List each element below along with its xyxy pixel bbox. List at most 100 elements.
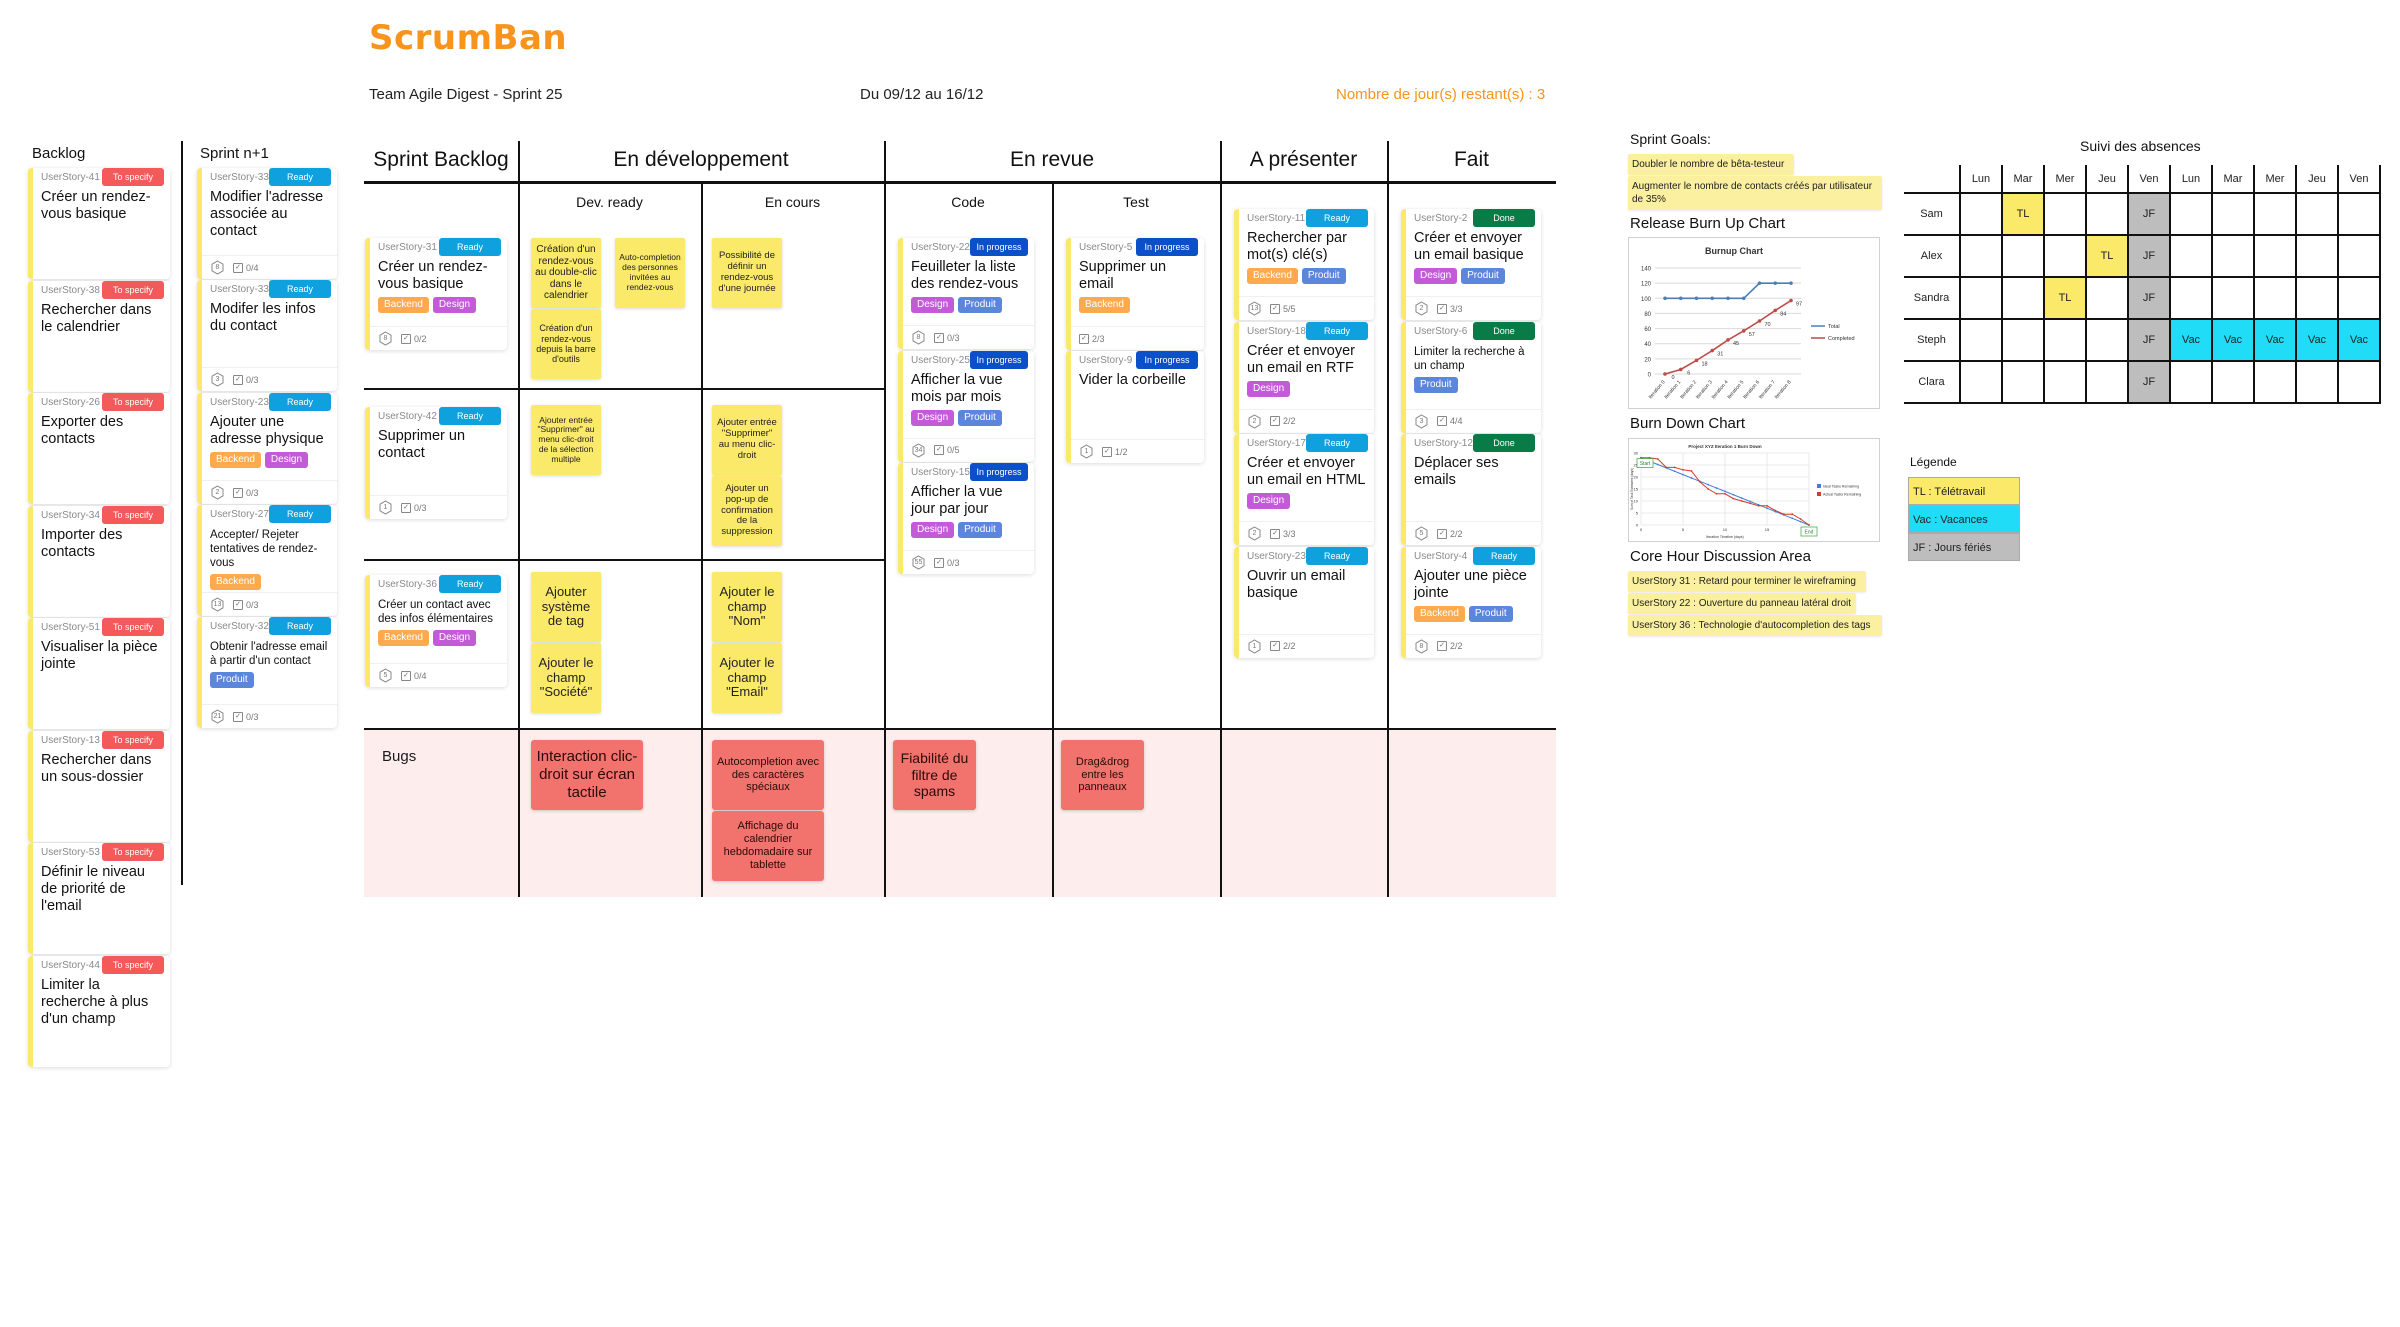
story-card[interactable]: UserStory-15 In progress Afficher la vue j…	[898, 463, 1034, 574]
status-badge[interactable]: Ready	[1306, 321, 1368, 340]
absence-cell[interactable]: JF	[2127, 234, 2171, 278]
status-badge[interactable]: In progress	[1136, 351, 1198, 369]
task-sticky[interactable]: Ajouter un pop-up de confirmation de la …	[712, 476, 782, 546]
status-badge[interactable]: To specify	[102, 843, 164, 861]
tag-backend[interactable]: Backend	[210, 452, 261, 468]
absence-cell[interactable]	[2211, 360, 2255, 404]
absence-cell[interactable]	[2085, 318, 2129, 362]
story-card[interactable]: UserStory-26 To specify Exporter des conta…	[28, 393, 170, 504]
status-badge[interactable]: To specify	[102, 955, 164, 974]
story-card[interactable]: UserStory-5 In progress Supprimer un email…	[1066, 238, 1204, 350]
status-badge[interactable]: Ready	[269, 393, 331, 411]
absence-cell[interactable]: Vac	[2169, 318, 2213, 362]
absence-cell[interactable]: TL	[2001, 192, 2045, 236]
tag-design[interactable]: Design	[911, 409, 955, 426]
absence-cell[interactable]	[1959, 276, 2003, 320]
tag-produit[interactable]: Produit	[958, 297, 1002, 313]
status-badge[interactable]: Ready	[269, 280, 331, 298]
story-card[interactable]: UserStory-4 Ready Ajouter une pièce jointe…	[1401, 546, 1541, 658]
tag-design[interactable]: Design	[1414, 268, 1458, 284]
absence-cell[interactable]	[2253, 192, 2297, 236]
tag-produit[interactable]: Produit	[958, 409, 1002, 426]
absence-cell[interactable]: Vac	[2253, 318, 2297, 362]
absence-cell[interactable]	[2169, 192, 2213, 236]
absence-cell[interactable]: TL	[2085, 234, 2129, 278]
absence-cell[interactable]	[2085, 360, 2129, 404]
story-card[interactable]: UserStory-38 To specify Rechercher dans le…	[28, 280, 170, 392]
absence-cell[interactable]: TL	[2043, 276, 2087, 320]
absence-cell[interactable]	[2001, 318, 2045, 362]
story-card[interactable]: UserStory-42 Ready Supprimer un contact 1 ✓ 0…	[365, 407, 507, 519]
absence-cell[interactable]	[2337, 360, 2381, 404]
status-badge[interactable]: Ready	[269, 617, 331, 635]
story-card[interactable]: UserStory-41 To specify Créer un rendez-vo…	[28, 168, 170, 279]
absence-cell[interactable]	[2253, 234, 2297, 278]
story-card[interactable]: UserStory-51 To specify Visualiser la pièc…	[28, 618, 170, 729]
absence-cell[interactable]	[2169, 276, 2213, 320]
tag-design[interactable]: Design	[1247, 380, 1291, 397]
absence-cell[interactable]: JF	[2127, 360, 2171, 404]
absence-cell[interactable]: Vac	[2211, 318, 2255, 362]
task-sticky[interactable]: Ajouter entrée "Supprimer" au menu clic-…	[712, 405, 782, 475]
status-badge[interactable]: In progress	[969, 350, 1028, 369]
task-sticky[interactable]: Ajouter le champ "Email"	[712, 643, 782, 713]
task-sticky[interactable]: Ajouter le champ "Nom"	[712, 572, 782, 642]
status-badge[interactable]: Ready	[1306, 209, 1368, 227]
tag-produit[interactable]: Produit	[210, 672, 254, 688]
tag-design[interactable]: Design	[432, 297, 477, 313]
tag-backend[interactable]: Backend	[1414, 605, 1465, 622]
bug-card[interactable]: Affichage du calendrier hebdomadaire sur…	[712, 811, 824, 881]
task-sticky[interactable]: Création d'un rendez-vous depuis la barr…	[531, 309, 601, 379]
story-card[interactable]: UserStory-33 Ready Modifer les infos du co…	[197, 280, 337, 391]
status-badge[interactable]: Ready	[439, 575, 501, 593]
bug-card[interactable]: Interaction clic-droit sur écran tactile	[531, 740, 643, 810]
tag-produit[interactable]: Produit	[1301, 268, 1346, 284]
story-card[interactable]: UserStory-11 Ready Rechercher par mot(s) c…	[1234, 209, 1374, 320]
absence-cell[interactable]	[2211, 192, 2255, 236]
status-badge[interactable]: Done	[1473, 434, 1535, 452]
tag-produit[interactable]: Produit	[1468, 605, 1513, 622]
absence-cell[interactable]	[2211, 276, 2255, 320]
status-badge[interactable]: To specify	[102, 168, 164, 186]
absence-cell[interactable]	[2001, 360, 2045, 404]
absence-cell[interactable]	[2043, 192, 2087, 236]
absence-cell[interactable]	[2169, 234, 2213, 278]
task-sticky[interactable]: Création d'un rendez-vous au double-clic…	[531, 238, 601, 308]
absence-cell[interactable]	[1959, 192, 2003, 236]
status-badge[interactable]: In progress	[969, 238, 1028, 256]
tag-design[interactable]: Design	[264, 452, 309, 468]
tag-produit[interactable]: Produit	[1461, 268, 1505, 284]
absence-cell[interactable]	[2337, 192, 2381, 236]
story-card[interactable]: UserStory-23 Ready Ajouter une adresse phy…	[197, 393, 337, 504]
story-card[interactable]: UserStory-32 Ready Obtenir l'adresse email…	[197, 617, 337, 728]
absence-cell[interactable]	[2001, 234, 2045, 278]
story-card[interactable]: UserStory-9 In progress Vider la corbeille…	[1066, 351, 1204, 463]
story-card[interactable]: UserStory-34 To specify Importer des conta…	[28, 505, 170, 617]
task-sticky[interactable]: Possibilité de définir un rendez-vous d'…	[712, 238, 782, 308]
absence-cell[interactable]	[2337, 234, 2381, 278]
status-badge[interactable]: To specify	[102, 730, 164, 749]
story-card[interactable]: UserStory-12 Done Déplacer ses emails 5 ✓ 2/2	[1401, 434, 1541, 545]
story-card[interactable]: UserStory-25 In progress Afficher la vue m…	[898, 350, 1034, 462]
status-badge[interactable]: Ready	[439, 238, 501, 256]
story-card[interactable]: UserStory-6 Done Limiter la recherche à un…	[1401, 321, 1541, 433]
task-sticky[interactable]: Auto-completion des personnes invitées a…	[615, 238, 685, 308]
tag-backend[interactable]: Backend	[1247, 268, 1298, 284]
absence-cell[interactable]	[2043, 234, 2087, 278]
story-card[interactable]: UserStory-33 Ready Modifier l'adresse asso…	[197, 168, 337, 279]
bug-card[interactable]: Fiabilité du filtre de spams	[893, 740, 976, 810]
absence-cell[interactable]	[2085, 276, 2129, 320]
status-badge[interactable]: Ready	[269, 505, 331, 523]
absence-cell[interactable]: JF	[2127, 276, 2171, 320]
absence-cell[interactable]	[2043, 360, 2087, 404]
absence-cell[interactable]: Vac	[2295, 318, 2339, 362]
tag-backend[interactable]: Backend	[1079, 297, 1130, 313]
tag-backend[interactable]: Backend	[378, 630, 429, 646]
story-card[interactable]: UserStory-17 Ready Créer et envoyer un ema…	[1234, 434, 1374, 545]
status-badge[interactable]: Done	[1473, 209, 1535, 227]
absence-cell[interactable]	[2295, 276, 2339, 320]
tag-produit[interactable]: Produit	[1414, 376, 1458, 393]
task-sticky[interactable]: Ajouter entrée "Supprimer" au menu clic-…	[531, 405, 601, 475]
bug-card[interactable]: Autocompletion avec des caractères spéci…	[712, 740, 824, 810]
task-sticky[interactable]: Ajouter le champ "Société"	[531, 643, 601, 713]
